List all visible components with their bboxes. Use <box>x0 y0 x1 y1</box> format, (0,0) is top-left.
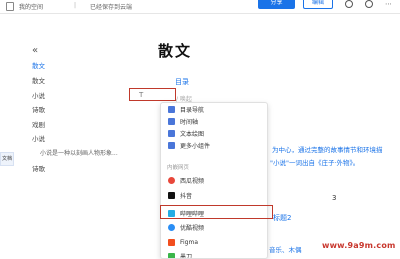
document-icon <box>6 2 14 11</box>
widget-icon <box>168 141 175 149</box>
more-icon[interactable]: ⋯ <box>385 0 392 8</box>
breadcrumb-space[interactable]: 我的空间 <box>19 2 43 11</box>
history-icon[interactable] <box>345 0 353 8</box>
menu-item-widgets[interactable]: 更多小组件 <box>161 139 267 151</box>
breadcrumb-divider: | <box>74 2 77 9</box>
figma-icon <box>168 238 175 246</box>
bilibili-highlight-box <box>160 205 273 219</box>
drawing-icon <box>168 129 175 137</box>
menu-item-figma[interactable]: Figma <box>161 236 267 248</box>
menu-item-xigua[interactable]: 西瓜视频 <box>161 174 267 186</box>
youku-icon <box>168 223 175 231</box>
menu-item-label: 抖音 <box>180 192 193 200</box>
edit-mode-button[interactable]: 编辑 <box>303 0 333 9</box>
douyin-icon <box>168 191 175 199</box>
timeline-icon <box>168 117 175 125</box>
outline-item-poetry[interactable]: 诗歌 <box>32 104 45 114</box>
insert-block-highlight <box>129 88 176 101</box>
heading-2: 标题2 <box>273 214 292 222</box>
outline-item-novel-2[interactable]: 小说 <box>32 133 45 143</box>
menu-item-label: 西瓜视频 <box>180 177 205 185</box>
menu-item-label: 目录导航 <box>180 106 205 114</box>
menu-item-label: 时间轴 <box>180 118 199 126</box>
section-embedded-pages: 内嵌网页 <box>167 165 190 171</box>
menu-item-label: 更多小组件 <box>180 142 211 150</box>
menu-item-douyin[interactable]: 抖音 <box>161 189 267 201</box>
collaborator-icon[interactable] <box>365 0 373 8</box>
menu-item-timeline[interactable]: 时间轴 <box>161 115 267 127</box>
menu-item-label: 优酷视频 <box>180 224 205 232</box>
top-bar: | 我的空间 已经保存到云端 分享 编辑 ⋯ <box>0 0 400 14</box>
outline-item-novel[interactable]: 小说 <box>32 90 45 100</box>
toc-link[interactable]: 目录 <box>175 77 189 87</box>
text-block-icon[interactable]: T <box>139 91 143 99</box>
paragraph-line-1: 为中心，通过完整的故事情节和环境描 <box>272 146 383 154</box>
menu-item-modao[interactable]: 墨刀 <box>161 250 267 259</box>
menu-item-drawing[interactable]: 文本绘图 <box>161 127 267 139</box>
menu-item-youku[interactable]: 优酷视频 <box>161 221 267 233</box>
toc-icon <box>168 105 175 113</box>
outline-item-prose[interactable]: 散文 <box>32 75 45 85</box>
outline-item-novel-sub[interactable]: 小说是一种以刻画人物形象... <box>40 148 118 157</box>
xigua-icon <box>168 176 175 184</box>
outline-item-prose-active[interactable]: 散文 <box>32 60 45 70</box>
share-button[interactable]: 分享 <box>258 0 295 9</box>
number-marker: 3 <box>332 194 337 202</box>
left-doc-tab[interactable]: 文档 <box>0 152 14 166</box>
outline-item-poetry-2[interactable]: 诗歌 <box>32 163 45 173</box>
save-status: 已经保存到云端 <box>90 4 133 11</box>
menu-item-label: 文本绘图 <box>180 130 205 138</box>
menu-item-label: Figma <box>180 238 199 246</box>
tail-text: 音乐、木偶 <box>269 246 302 254</box>
collapse-outline-icon[interactable]: « <box>32 45 38 56</box>
paragraph-line-2: "小说"一词出自《庄子·外物》。 <box>270 159 360 167</box>
watermark: www.9a9m.com <box>322 241 396 250</box>
page-title: 散文 <box>158 42 193 60</box>
insert-dropdown-menu: 目录导航 时间轴 文本绘图 更多小组件 内嵌网页 西瓜视频 抖音 哔哩哔哩 优酷… <box>160 102 268 259</box>
menu-item-toc[interactable]: 目录导航 <box>161 103 267 115</box>
modao-icon <box>168 252 175 258</box>
outline-item-drama[interactable]: 戏剧 <box>32 119 45 129</box>
menu-item-label: 墨刀 <box>180 253 193 259</box>
